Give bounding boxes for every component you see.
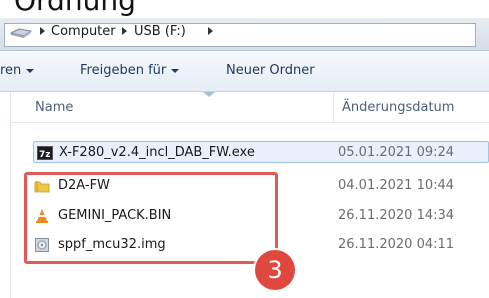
- column-divider[interactable]: [333, 92, 334, 122]
- navigation-pane-edge: [0, 92, 11, 298]
- file-date: 04.01.2021 10:44: [338, 178, 455, 193]
- highlight-frame: [24, 172, 278, 264]
- step-number-badge: 3: [255, 250, 295, 290]
- breadcrumb-usb-drive[interactable]: USB (F:): [134, 24, 186, 39]
- command-bar: ren Freigeben für Neuer Ordner: [0, 51, 489, 92]
- share-with-label: Freigeben für: [80, 63, 167, 78]
- organize-menu[interactable]: ren: [0, 63, 35, 78]
- breadcrumb-separator-icon: [40, 27, 45, 35]
- dropdown-caret-icon: [171, 68, 180, 73]
- file-date: 26.11.2020 04:11: [338, 237, 455, 252]
- breadcrumb-separator-icon: [208, 27, 213, 35]
- file-date: 05.01.2021 09:24: [338, 145, 455, 160]
- column-name[interactable]: Name: [35, 100, 73, 115]
- file-row[interactable]: 7z X-F280_v2.4_incl_DAB_FW.exe 05.01.202…: [33, 141, 489, 163]
- page-heading: Ordnung: [14, 0, 136, 17]
- new-folder-button[interactable]: Neuer Ordner: [226, 63, 315, 78]
- svg-text:7z: 7z: [39, 150, 51, 160]
- 7zip-exe-icon: 7z: [37, 146, 53, 160]
- drive-icon: [9, 28, 33, 38]
- sort-indicator-icon: [203, 92, 215, 97]
- file-date: 26.11.2020 14:34: [338, 208, 455, 223]
- column-date-modified[interactable]: Änderungsdatum: [342, 100, 454, 115]
- share-with-menu[interactable]: Freigeben für: [80, 63, 180, 78]
- column-header: Name Änderungsdatum: [11, 92, 489, 123]
- dropdown-caret-icon: [26, 68, 35, 73]
- organize-label: ren: [0, 63, 22, 78]
- file-name: X-F280_v2.4_incl_DAB_FW.exe: [59, 145, 255, 160]
- breadcrumb-computer[interactable]: Computer: [51, 24, 116, 39]
- breadcrumb-separator-icon: [122, 27, 127, 35]
- address-bar: Computer USB (F:): [0, 18, 489, 51]
